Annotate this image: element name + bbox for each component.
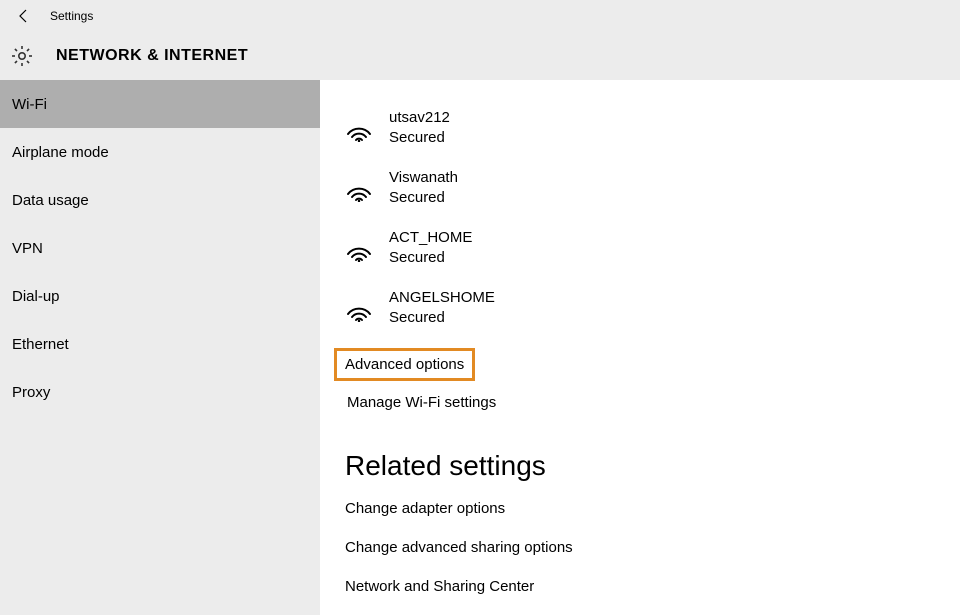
wifi-network[interactable]: Viswanath Secured — [345, 158, 960, 218]
wifi-signal-icon — [345, 174, 373, 202]
related-heading: Related settings — [345, 450, 960, 482]
link-label: Network and Sharing Center — [345, 578, 534, 595]
link-label: Change advanced sharing options — [345, 539, 573, 556]
wifi-signal-icon — [345, 294, 373, 322]
wifi-status: Secured — [389, 188, 458, 208]
sidebar-item-data-usage[interactable]: Data usage — [0, 176, 320, 224]
sidebar-item-dialup[interactable]: Dial-up — [0, 272, 320, 320]
sidebar: Wi-Fi Airplane mode Data usage VPN Dial-… — [0, 80, 320, 615]
wifi-signal-icon — [345, 114, 373, 142]
wifi-signal-icon — [345, 234, 373, 262]
sidebar-item-vpn[interactable]: VPN — [0, 224, 320, 272]
sidebar-item-ethernet[interactable]: Ethernet — [0, 320, 320, 368]
related-link-sharing[interactable]: Change advanced sharing options — [345, 539, 960, 556]
wifi-status: Secured — [389, 248, 472, 268]
sidebar-item-airplane[interactable]: Airplane mode — [0, 128, 320, 176]
gear-icon — [10, 44, 34, 68]
wifi-network[interactable]: ANGELSHOME Secured — [345, 278, 960, 338]
sidebar-item-label: Proxy — [12, 384, 50, 401]
sidebar-item-proxy[interactable]: Proxy — [0, 368, 320, 416]
sidebar-item-wifi[interactable]: Wi-Fi — [0, 80, 320, 128]
link-label: Change adapter options — [345, 500, 505, 517]
app-title: Settings — [50, 9, 93, 23]
link-label: Manage Wi-Fi settings — [347, 394, 496, 411]
body: Wi-Fi Airplane mode Data usage VPN Dial-… — [0, 80, 960, 615]
section-title: NETWORK & INTERNET — [56, 47, 248, 65]
wifi-network[interactable]: utsav212 Secured — [345, 98, 960, 158]
advanced-options-link[interactable]: Advanced options — [334, 348, 475, 381]
content-pane: utsav212 Secured Viswanath Secured ACT — [320, 80, 960, 615]
link-label: Advanced options — [345, 356, 464, 373]
sidebar-item-label: Airplane mode — [12, 144, 109, 161]
wifi-text: utsav212 Secured — [389, 108, 450, 148]
wifi-name: ANGELSHOME — [389, 288, 495, 308]
sidebar-item-label: Data usage — [12, 192, 89, 209]
wifi-network[interactable]: ACT_HOME Secured — [345, 218, 960, 278]
subheader: NETWORK & INTERNET — [0, 32, 960, 80]
sidebar-item-label: Ethernet — [12, 336, 69, 353]
wifi-name: ACT_HOME — [389, 228, 472, 248]
back-arrow-icon[interactable] — [16, 8, 32, 24]
manage-wifi-link[interactable]: Manage Wi-Fi settings — [345, 387, 498, 418]
sidebar-item-label: VPN — [12, 240, 43, 257]
wifi-text: ANGELSHOME Secured — [389, 288, 495, 328]
wifi-name: Viswanath — [389, 168, 458, 188]
wifi-status: Secured — [389, 128, 450, 148]
wifi-status: Secured — [389, 308, 495, 328]
related-link-network-center[interactable]: Network and Sharing Center — [345, 578, 960, 595]
sidebar-item-label: Dial-up — [12, 288, 60, 305]
sidebar-item-label: Wi-Fi — [12, 96, 47, 113]
title-bar: Settings — [0, 0, 960, 32]
related-settings: Change adapter options Change advanced s… — [345, 500, 960, 595]
wifi-text: ACT_HOME Secured — [389, 228, 472, 268]
related-link-adapter[interactable]: Change adapter options — [345, 500, 960, 517]
wifi-links: Advanced options Manage Wi-Fi settings — [345, 348, 960, 426]
header-bar: Settings NETWORK & INTERNET — [0, 0, 960, 80]
wifi-network-list: utsav212 Secured Viswanath Secured ACT — [345, 98, 960, 338]
wifi-text: Viswanath Secured — [389, 168, 458, 208]
wifi-name: utsav212 — [389, 108, 450, 128]
